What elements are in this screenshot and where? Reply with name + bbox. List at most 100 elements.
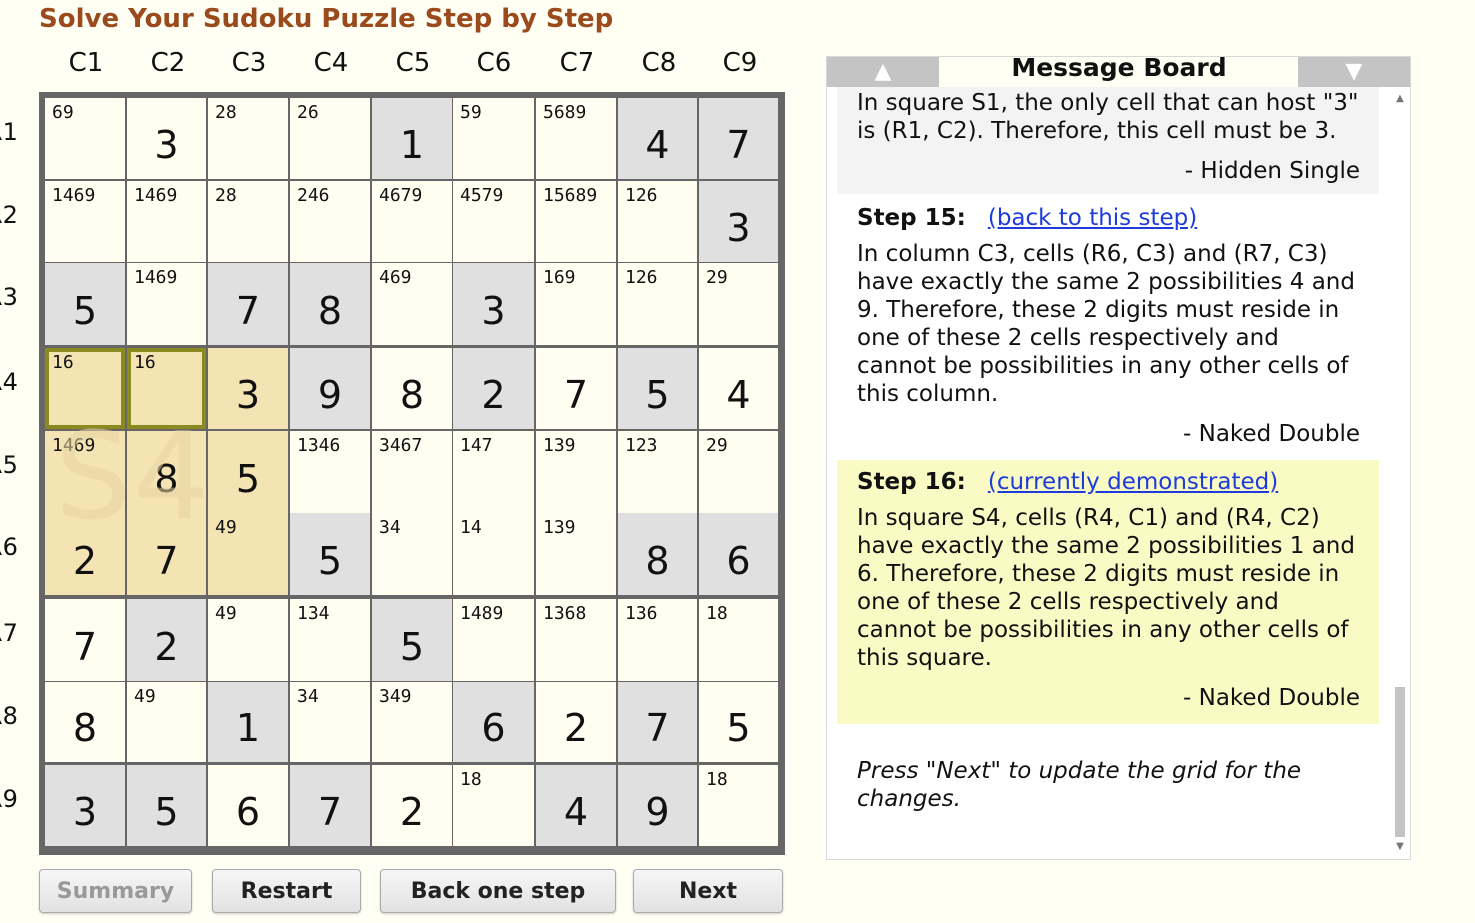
cell-r6-c3[interactable]: 49: [208, 513, 288, 595]
cell-r6-c1[interactable]: 2: [45, 513, 125, 595]
cell-r8-c2[interactable]: 49: [127, 682, 206, 762]
cell-r7-c1[interactable]: 7: [45, 599, 125, 681]
cell-r9-c5[interactable]: 2: [372, 765, 452, 846]
cell-r4-c7[interactable]: 7: [536, 348, 616, 429]
cell-r8-c8[interactable]: 7: [618, 682, 697, 762]
cell-r2-c9[interactable]: 3: [699, 181, 778, 262]
cell-r8-c5[interactable]: 349: [372, 682, 452, 762]
cell-r6-c8[interactable]: 8: [618, 513, 697, 595]
cell-r3-c8[interactable]: 126: [618, 263, 697, 345]
cell-r7-c9[interactable]: 18: [699, 599, 778, 681]
cell-r5-c5[interactable]: 3467: [372, 431, 452, 513]
scroll-up-button[interactable]: ▲: [827, 57, 939, 87]
cell-r2-c5[interactable]: 4679: [372, 181, 452, 262]
cell-r3-c4[interactable]: 8: [290, 263, 370, 345]
cell-r3-c7[interactable]: 169: [536, 263, 616, 345]
cell-r7-c7[interactable]: 1368: [536, 599, 616, 681]
cell-r2-c2[interactable]: 1469: [127, 181, 206, 262]
cell-r4-c4[interactable]: 9: [290, 348, 370, 429]
scroll-down-button[interactable]: ▼: [1298, 57, 1410, 87]
row-header-r4: R4: [0, 368, 18, 396]
cell-r4-c2[interactable]: 16: [127, 348, 206, 429]
cell-r8-c4[interactable]: 34: [290, 682, 370, 762]
cell-r8-c3[interactable]: 1: [208, 682, 288, 762]
cell-r3-c5[interactable]: 469: [372, 263, 452, 345]
cell-r3-c9[interactable]: 29: [699, 263, 778, 345]
cell-r7-c8[interactable]: 136: [618, 599, 697, 681]
cell-r8-c6[interactable]: 6: [453, 682, 534, 762]
cell-r7-c2[interactable]: 2: [127, 599, 206, 681]
restart-button[interactable]: Restart: [212, 869, 361, 913]
cell-r6-c5[interactable]: 34: [372, 513, 452, 595]
cell-r6-c6[interactable]: 14: [453, 513, 534, 595]
current-step-link[interactable]: (currently demonstrated): [988, 469, 1278, 495]
cell-r7-c4[interactable]: 134: [290, 599, 370, 681]
back-one-step-button[interactable]: Back one step: [380, 869, 616, 913]
row-header-r3: R3: [0, 283, 18, 311]
cell-r9-c1[interactable]: 3: [45, 765, 125, 846]
cell-r9-c6[interactable]: 18: [453, 765, 534, 846]
cell-r6-c9[interactable]: 6: [699, 513, 778, 595]
cell-r5-c9[interactable]: 29: [699, 431, 778, 513]
cell-r3-c6[interactable]: 3: [453, 263, 534, 345]
cell-r5-c3[interactable]: 5: [208, 431, 288, 513]
cell-r2-c1[interactable]: 1469: [45, 181, 125, 262]
cell-r2-c8[interactable]: 126: [618, 181, 697, 262]
cell-r1-c6[interactable]: 59: [453, 98, 534, 179]
cell-r6-c7[interactable]: 139: [536, 513, 616, 595]
scrollbar-up-arrow-icon[interactable]: ▲: [1390, 91, 1410, 107]
summary-button[interactable]: Summary: [39, 869, 192, 913]
scrollbar-down-arrow-icon[interactable]: ▼: [1390, 839, 1410, 855]
column-header-c2: C2: [150, 48, 186, 78]
cell-r3-c3[interactable]: 7: [208, 263, 288, 345]
cell-r4-c8[interactable]: 5: [618, 348, 697, 429]
cell-r5-c6[interactable]: 147: [453, 431, 534, 513]
cell-r5-c7[interactable]: 139: [536, 431, 616, 513]
cell-r1-c9[interactable]: 7: [699, 98, 778, 179]
cell-r6-c2[interactable]: 7: [127, 513, 206, 595]
cell-r9-c3[interactable]: 6: [208, 765, 288, 846]
message-board-scrollbar[interactable]: ▲ ▼: [1390, 87, 1410, 859]
scrollbar-thumb[interactable]: [1395, 687, 1405, 837]
cell-r1-c3[interactable]: 28: [208, 98, 288, 179]
cell-r5-c4[interactable]: 1346: [290, 431, 370, 513]
cell-value: 7: [235, 289, 261, 333]
cell-r8-c7[interactable]: 2: [536, 682, 616, 762]
cell-r4-c1[interactable]: 16: [45, 348, 125, 429]
cell-r3-c1[interactable]: 5: [45, 263, 125, 345]
cell-r5-c2[interactable]: 8: [127, 431, 206, 513]
cell-r1-c5[interactable]: 1: [372, 98, 452, 179]
cell-r4-c3[interactable]: 3: [208, 348, 288, 429]
previous-step-technique: - Hidden Single: [1184, 158, 1360, 184]
cell-r9-c8[interactable]: 9: [618, 765, 697, 846]
cell-r3-c2[interactable]: 1469: [127, 263, 206, 345]
cell-value: 7: [726, 123, 751, 167]
cell-r5-c8[interactable]: 123: [618, 431, 697, 513]
cell-r1-c1[interactable]: 69: [45, 98, 125, 179]
cell-r9-c9[interactable]: 18: [699, 765, 778, 846]
cell-r7-c3[interactable]: 49: [208, 599, 288, 681]
cell-r1-c8[interactable]: 4: [618, 98, 697, 179]
cell-r4-c9[interactable]: 4: [699, 348, 778, 429]
cell-r7-c5[interactable]: 5: [372, 599, 452, 681]
cell-r9-c2[interactable]: 5: [127, 765, 206, 846]
cell-r8-c9[interactable]: 5: [699, 682, 778, 762]
next-button[interactable]: Next: [633, 869, 783, 913]
cell-r2-c3[interactable]: 28: [208, 181, 288, 262]
back-to-step-link[interactable]: (back to this step): [988, 205, 1197, 231]
cell-r9-c4[interactable]: 7: [290, 765, 370, 846]
cell-r4-c6[interactable]: 2: [453, 348, 534, 429]
cell-r9-c7[interactable]: 4: [536, 765, 616, 846]
cell-r1-c7[interactable]: 5689: [536, 98, 616, 179]
cell-r1-c4[interactable]: 26: [290, 98, 370, 179]
cell-r5-c1[interactable]: 1469: [45, 431, 125, 513]
cell-r1-c2[interactable]: 3: [127, 98, 206, 179]
cell-r4-c5[interactable]: 8: [372, 348, 452, 429]
cell-r2-c4[interactable]: 246: [290, 181, 370, 262]
cell-r7-c6[interactable]: 1489: [453, 599, 534, 681]
cell-r8-c1[interactable]: 8: [45, 682, 125, 762]
cell-r6-c4[interactable]: 5: [290, 513, 370, 595]
cell-r2-c7[interactable]: 15689: [536, 181, 616, 262]
cell-value: 3: [154, 123, 179, 167]
cell-r2-c6[interactable]: 4579: [453, 181, 534, 262]
